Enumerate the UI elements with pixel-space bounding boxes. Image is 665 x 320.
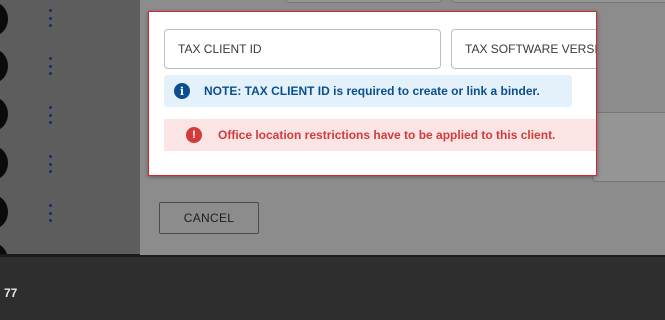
modal-field-top-right[interactable]	[451, 0, 665, 3]
info-note: i NOTE: TAX CLIENT ID is required to cre…	[164, 75, 572, 107]
avatar	[0, 2, 8, 36]
modal-field-right[interactable]	[592, 112, 665, 182]
info-note-text: NOTE: TAX CLIENT ID is required to creat…	[204, 84, 540, 98]
tax-software-version-placeholder: TAX SOFTWARE VERSION	[465, 42, 597, 56]
tax-client-id-input[interactable]: TAX CLIENT ID	[164, 29, 441, 69]
info-icon: i	[174, 83, 190, 99]
client-list	[0, 0, 140, 277]
kebab-menu-icon[interactable]	[49, 106, 53, 124]
modal-field-top-left[interactable]	[285, 0, 442, 3]
tax-client-section: TAX CLIENT ID TAX SOFTWARE VERSION i NOT…	[148, 11, 597, 176]
avatar	[0, 146, 8, 180]
footer-bar	[0, 255, 665, 320]
kebab-menu-icon[interactable]	[49, 204, 53, 222]
avatar	[0, 49, 8, 83]
kebab-menu-icon[interactable]	[49, 9, 53, 27]
error-alert-text: Office location restrictions have to be …	[218, 128, 556, 142]
kebab-menu-icon[interactable]	[49, 155, 53, 173]
footer-count: 77	[4, 286, 18, 300]
cancel-button[interactable]: CANCEL	[159, 202, 259, 234]
tax-software-version-input[interactable]: TAX SOFTWARE VERSION	[451, 29, 597, 69]
error-icon: !	[186, 127, 202, 143]
avatar	[0, 195, 8, 229]
kebab-menu-icon[interactable]	[49, 57, 53, 75]
error-alert: ! Office location restrictions have to b…	[164, 119, 596, 151]
avatar	[0, 97, 8, 131]
tax-client-id-placeholder: TAX CLIENT ID	[178, 42, 262, 56]
